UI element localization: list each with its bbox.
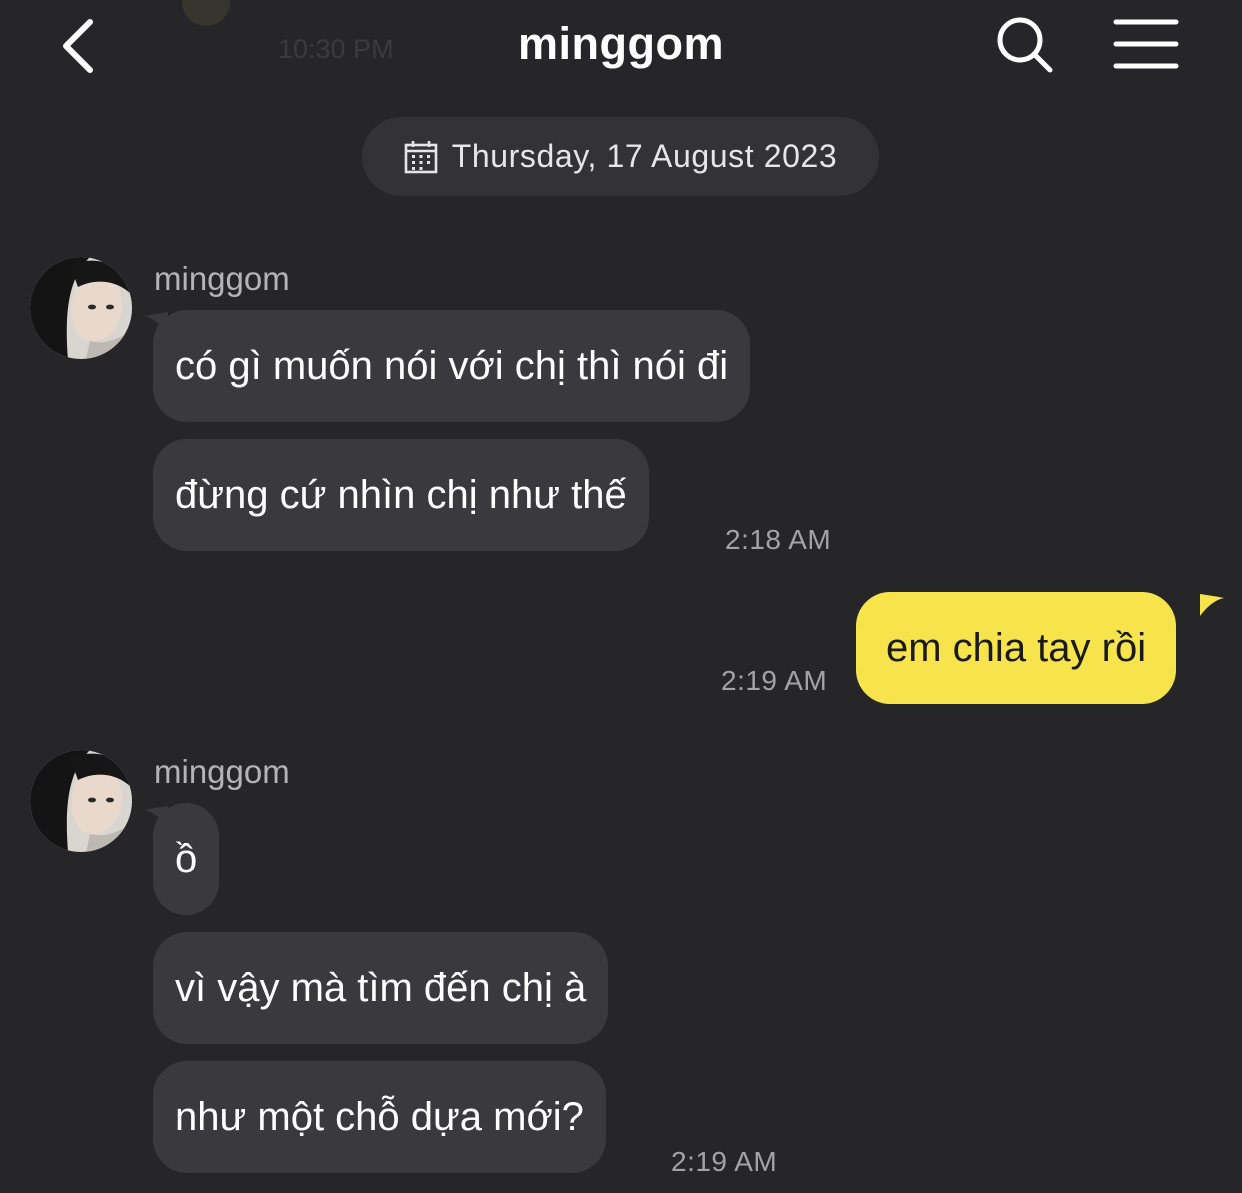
sender-name: minggom bbox=[154, 260, 290, 297]
message-bubble[interactable]: như một chỗ dựa mới? bbox=[153, 1061, 606, 1173]
contact-avatar[interactable] bbox=[30, 750, 132, 852]
faded-previous-message: 10:30 PM bbox=[150, 0, 430, 70]
message-timestamp: 2:19 AM bbox=[671, 1146, 778, 1177]
chat-header: 10:30 PM minggom bbox=[0, 0, 1242, 100]
faded-avatar bbox=[182, 0, 230, 26]
avatar-photo bbox=[30, 257, 132, 359]
chevron-left-icon bbox=[63, 19, 93, 73]
message-bubble[interactable]: đừng cứ nhìn chị như thế bbox=[153, 439, 649, 551]
message-bubble[interactable]: có gì muốn nói với chị thì nói đi bbox=[153, 310, 751, 422]
message-timestamp: 2:19 AM bbox=[721, 665, 828, 696]
bubble-tail bbox=[1200, 594, 1224, 616]
back-button[interactable] bbox=[52, 14, 108, 78]
date-label: Thursday, 17 August 2023 bbox=[451, 138, 838, 174]
my-message-bubble[interactable]: em chia tay rồi bbox=[856, 592, 1177, 704]
search-icon bbox=[997, 17, 1053, 73]
sender-name: minggom bbox=[154, 753, 290, 790]
chat-title: minggom bbox=[518, 18, 724, 69]
menu-button[interactable] bbox=[1112, 16, 1180, 72]
message-timestamp: 2:18 AM bbox=[725, 524, 832, 555]
search-button[interactable] bbox=[994, 14, 1056, 76]
menu-icon bbox=[1113, 19, 1179, 69]
calendar-icon bbox=[404, 140, 437, 173]
avatar-photo bbox=[30, 750, 132, 852]
message-bubble[interactable]: vì vậy mà tìm đến chị à bbox=[153, 932, 609, 1044]
date-divider: Thursday, 17 August 2023 bbox=[362, 117, 879, 196]
message-bubble[interactable]: ồ bbox=[153, 803, 220, 915]
faded-timestamp: 10:30 PM bbox=[278, 34, 394, 64]
contact-avatar[interactable] bbox=[30, 257, 132, 359]
